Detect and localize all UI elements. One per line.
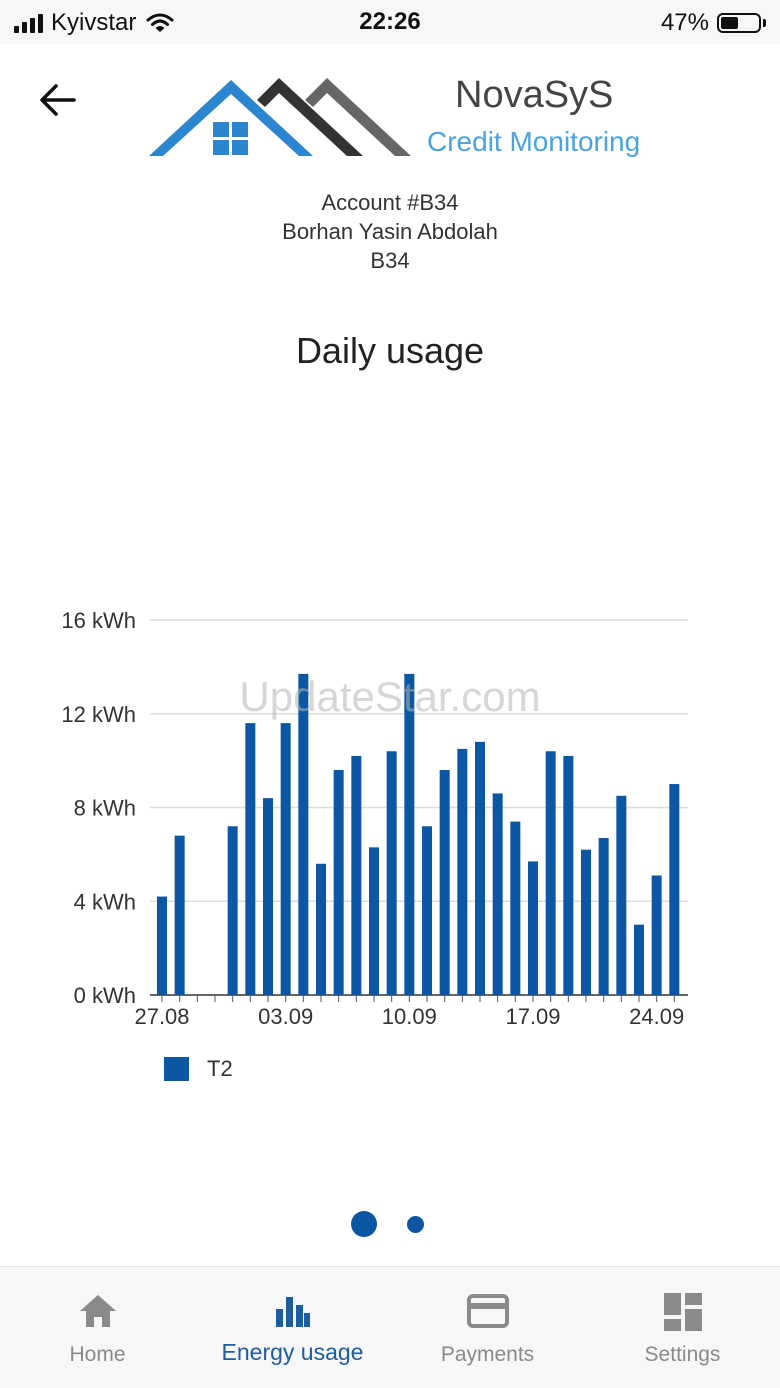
y-tick-label: 8 kWh — [74, 796, 136, 821]
page-title: Daily usage — [295, 330, 485, 371]
bar — [422, 826, 432, 995]
page-dot-1[interactable] — [351, 1211, 377, 1237]
bar-chart-icon — [275, 1297, 310, 1327]
bar — [174, 835, 185, 995]
bar — [669, 784, 680, 995]
bar — [227, 826, 238, 995]
x-tick-label: 27.08 — [134, 1004, 189, 1029]
account-owner: Borhan Yasin Abdolah — [282, 219, 498, 244]
bar — [157, 896, 167, 995]
bar — [316, 863, 326, 995]
status-right: 47% — [661, 9, 766, 37]
bar — [651, 875, 662, 995]
y-tick-label: 16 kWh — [61, 608, 136, 633]
dashboard-icon — [663, 1293, 702, 1331]
page-dot-2[interactable] — [407, 1216, 424, 1233]
bar — [510, 821, 521, 995]
brand-tagline: Credit Monitoring — [427, 126, 641, 157]
bar — [280, 723, 291, 995]
daily-usage-chart: 0 kWh 4 kWh 8 kWh 12 kWh 16 kWh 27.08 03.09 10.… — [61, 608, 688, 1029]
x-tick-label: 17.09 — [505, 1004, 560, 1029]
account-code: B34 — [370, 248, 410, 273]
bar — [528, 861, 538, 995]
bar — [581, 849, 591, 995]
bar — [598, 837, 609, 995]
x-tick-label: 24.09 — [629, 1004, 684, 1029]
y-tick-label: 12 kWh — [61, 702, 136, 727]
battery-icon — [717, 13, 761, 33]
bar — [439, 770, 450, 995]
nav-payments[interactable]: Payments — [390, 1267, 585, 1388]
logo-roof-dark — [257, 78, 363, 156]
nav-payments-label: Payments — [440, 1343, 535, 1366]
bar — [245, 723, 256, 995]
bar — [616, 795, 627, 995]
bar — [263, 798, 273, 995]
bar — [333, 770, 344, 995]
nav-home[interactable]: Home — [0, 1267, 195, 1388]
page-indicator — [0, 1211, 780, 1237]
chart-legend: T2 — [164, 1056, 233, 1082]
brand-name: NovaSyS — [455, 74, 614, 116]
home-icon — [79, 1295, 116, 1327]
nav-settings[interactable]: Settings — [585, 1267, 780, 1388]
x-tick-label: 03.09 — [258, 1004, 313, 1029]
logo-window — [213, 122, 248, 155]
bottom-navigation: Home Energy usage Payments Settings — [0, 1266, 780, 1388]
nav-settings-label: Settings — [644, 1343, 721, 1366]
bar — [404, 673, 415, 995]
nav-energy-usage[interactable]: Energy usage — [195, 1267, 390, 1388]
arrow-left-icon — [40, 84, 76, 116]
bar — [351, 755, 362, 995]
bar — [634, 924, 644, 995]
bar — [492, 793, 503, 995]
back-button[interactable] — [36, 80, 80, 120]
bar — [386, 751, 397, 995]
legend-swatch — [164, 1057, 189, 1081]
bar — [475, 741, 485, 995]
status-bar: Kyivstar 22:26 47% — [0, 0, 780, 44]
bar — [369, 847, 379, 995]
bar — [563, 755, 574, 995]
credit-card-icon — [466, 1294, 509, 1328]
bar — [298, 673, 309, 995]
battery-percent: 47% — [660, 9, 709, 36]
bar — [457, 748, 468, 995]
nav-home-label: Home — [69, 1343, 126, 1366]
battery-cap — [763, 19, 766, 27]
bar — [545, 751, 556, 995]
y-tick-label: 0 kWh — [74, 983, 136, 1008]
legend-label: T2 — [207, 1056, 233, 1081]
battery-level — [721, 17, 738, 29]
account-title: Account #B34 — [321, 190, 459, 215]
x-tick-label: 10.09 — [382, 1004, 437, 1029]
y-tick-label: 4 kWh — [74, 889, 136, 914]
nav-energy-usage-label: Energy usage — [221, 1339, 364, 1365]
